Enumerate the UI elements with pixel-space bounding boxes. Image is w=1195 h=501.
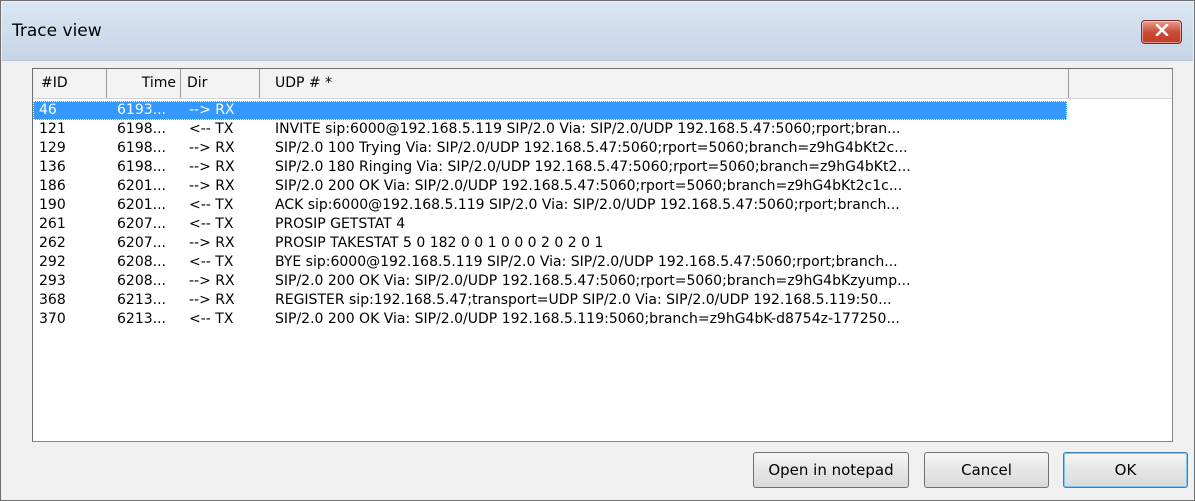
cancel-button[interactable]: Cancel (924, 452, 1049, 488)
cell-time: 6198... (117, 121, 166, 137)
cell-time: 6213... (117, 311, 166, 327)
cell-udp: PROSIP TAKESTAT 5 0 182 0 0 1 0 0 0 2 0 … (275, 235, 604, 251)
cell-dir: --> RX (189, 178, 235, 194)
cell-time: 6213... (117, 292, 166, 308)
column-header-dir[interactable]: Dir (181, 69, 260, 98)
cell-udp: BYE sip:6000@192.168.5.119 SIP/2.0 Via: … (275, 254, 898, 270)
cell-id: 261 (39, 216, 66, 232)
table-row[interactable]: 292 6208... <-- TX BYE sip:6000@192.168.5.1… (33, 253, 1067, 272)
trace-list[interactable]: #ID Time Dir UDP # * 46 6193... --> RX 121 6… (32, 68, 1173, 442)
cell-id: 370 (39, 311, 66, 327)
table-row[interactable]: 121 6198... <-- TX INVITE sip:6000@192.168.… (33, 120, 1067, 139)
cell-time: 6207... (117, 216, 166, 232)
cell-time: 6207... (117, 235, 166, 251)
cell-id: 190 (39, 197, 66, 213)
open-in-notepad-button[interactable]: Open in notepad (753, 452, 909, 488)
trace-view-window: Trace view #ID Time Dir UDP # * 46 6193..… (0, 0, 1195, 501)
table-row[interactable]: 370 6213... <-- TX SIP/2.0 200 OK Via: SIP/… (33, 310, 1067, 329)
title-bar[interactable]: Trace view (2, 2, 1193, 61)
cell-dir: --> RX (189, 159, 235, 175)
cell-udp (275, 101, 1065, 120)
close-button[interactable] (1141, 20, 1182, 44)
cell-dir: --> RX (189, 235, 235, 251)
cell-time: 6201... (117, 178, 166, 194)
window-title: Trace view (12, 21, 102, 41)
cell-udp: SIP/2.0 180 Ringing Via: SIP/2.0/UDP 192… (275, 159, 911, 175)
cell-dir: --> RX (189, 292, 235, 308)
column-header-time[interactable]: Time (107, 69, 181, 98)
cell-udp: SIP/2.0 200 OK Via: SIP/2.0/UDP 192.168.… (275, 178, 903, 194)
cell-dir: <-- TX (189, 311, 234, 327)
cell-udp: ACK sip:6000@192.168.5.119 SIP/2.0 Via: … (275, 197, 900, 213)
cell-id: 368 (39, 292, 66, 308)
cell-id: 46 (39, 102, 57, 118)
cell-udp: SIP/2.0 100 Trying Via: SIP/2.0/UDP 192.… (275, 140, 908, 156)
cell-time: 6193... (117, 102, 166, 118)
close-icon (1155, 23, 1169, 40)
column-header-udp[interactable]: UDP # * (260, 69, 1069, 98)
cell-time: 6198... (117, 159, 166, 175)
cell-id: 121 (39, 121, 66, 137)
cell-dir: --> RX (189, 273, 235, 289)
cell-time: 6198... (117, 140, 166, 156)
table-row[interactable]: 293 6208... --> RX SIP/2.0 200 OK Via: SIP/… (33, 272, 1067, 291)
cell-time: 6208... (117, 254, 166, 270)
cell-dir: --> RX (189, 102, 235, 118)
ok-button[interactable]: OK (1063, 452, 1188, 488)
cell-udp: SIP/2.0 200 OK Via: SIP/2.0/UDP 192.168.… (275, 311, 900, 327)
table-row[interactable]: 186 6201... --> RX SIP/2.0 200 OK Via: SIP/… (33, 177, 1067, 196)
table-row[interactable]: 368 6213... --> RX REGISTER sip:192.168.5.4… (33, 291, 1067, 310)
cell-id: 293 (39, 273, 66, 289)
table-row[interactable]: 129 6198... --> RX SIP/2.0 100 Trying Via: … (33, 139, 1067, 158)
cell-dir: --> RX (189, 140, 235, 156)
table-row[interactable]: 262 6207... --> RX PROSIP TAKESTAT 5 0 182 … (33, 234, 1067, 253)
cell-id: 129 (39, 140, 66, 156)
cell-time: 6201... (117, 197, 166, 213)
list-rows: 46 6193... --> RX 121 6198... <-- TX INVITE si… (33, 101, 1172, 329)
column-header-id[interactable]: #ID (33, 69, 107, 98)
table-row[interactable]: 136 6198... --> RX SIP/2.0 180 Ringing Via:… (33, 158, 1067, 177)
table-row[interactable]: 190 6201... <-- TX ACK sip:6000@192.168.5.1… (33, 196, 1067, 215)
cell-id: 262 (39, 235, 66, 251)
cell-udp: SIP/2.0 200 OK Via: SIP/2.0/UDP 192.168.… (275, 273, 911, 289)
cell-udp: REGISTER sip:192.168.5.47;transport=UDP … (275, 292, 892, 308)
table-row[interactable]: 261 6207... <-- TX PROSIP GETSTAT 4 (33, 215, 1067, 234)
cell-dir: <-- TX (189, 197, 234, 213)
list-header: #ID Time Dir UDP # * (33, 69, 1172, 99)
cell-dir: <-- TX (189, 121, 234, 137)
cell-udp: PROSIP GETSTAT 4 (275, 216, 406, 232)
cell-dir: <-- TX (189, 216, 234, 232)
cell-id: 136 (39, 159, 66, 175)
table-row[interactable]: 46 6193... --> RX (33, 101, 1067, 120)
cell-id: 186 (39, 178, 66, 194)
cell-id: 292 (39, 254, 66, 270)
cell-udp: INVITE sip:6000@192.168.5.119 SIP/2.0 Vi… (275, 121, 901, 137)
cell-time: 6208... (117, 273, 166, 289)
cell-dir: <-- TX (189, 254, 234, 270)
